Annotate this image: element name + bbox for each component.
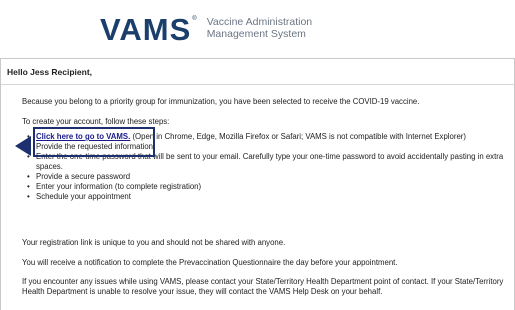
- browser-note: (Open in Chrome, Edge, Mozilla Firefox o…: [130, 132, 466, 141]
- pointer-arrow-icon: [15, 136, 31, 156]
- vams-logo: VAMS ® Vaccine Administration Management…: [100, 14, 312, 45]
- logo-subtitle: Vaccine Administration Management System: [207, 16, 312, 40]
- questionnaire-note: You will receive a notification to compl…: [22, 258, 398, 267]
- registered-mark: ®: [192, 16, 197, 22]
- list-item: Enter your information (to complete regi…: [22, 182, 510, 192]
- list-item: Schedule your appointment: [22, 192, 510, 202]
- logo-subtitle-line2: Management System: [206, 28, 306, 40]
- logo-wordmark: VAMS: [100, 12, 192, 47]
- link-highlight-box: [33, 127, 155, 157]
- email-header: VAMS ® Vaccine Administration Management…: [0, 0, 515, 58]
- intro-paragraph: Because you belong to a priority group f…: [22, 97, 420, 106]
- greeting-bar: Hello Jess Recipient,: [1, 59, 514, 85]
- support-paragraph: If you encounter any issues while using …: [22, 277, 504, 296]
- list-item: Provide a secure password: [22, 172, 510, 182]
- greeting: Hello Jess Recipient,: [7, 66, 93, 77]
- logo-subtitle-line1: Vaccine Administration: [206, 16, 313, 28]
- steps-heading: To create your account, follow these ste…: [22, 117, 170, 126]
- unique-link-note: Your registration link is unique to you …: [22, 238, 286, 247]
